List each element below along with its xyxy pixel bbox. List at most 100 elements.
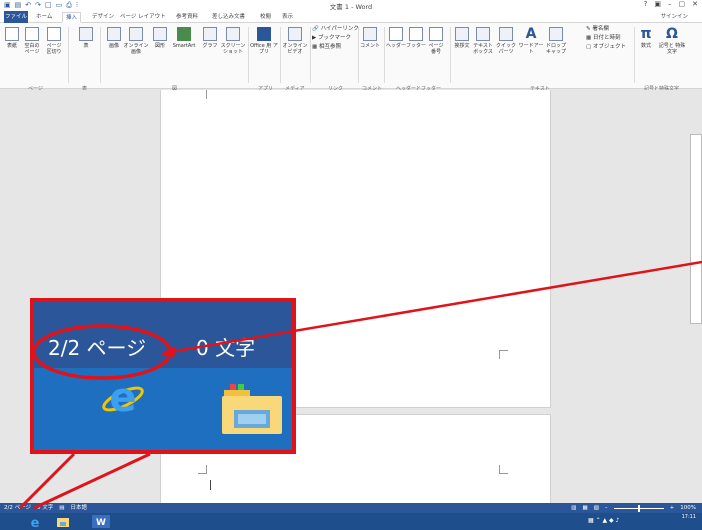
ribbon-separator: [280, 27, 281, 83]
chart-button[interactable]: グラフ: [200, 27, 220, 49]
ribbon-separator: [310, 27, 311, 83]
ie-taskbar-icon[interactable]: e: [28, 515, 42, 528]
print-layout-icon[interactable]: ▦: [583, 503, 588, 513]
signature-icon: ✎: [586, 26, 591, 32]
window-title: 文書 1 - Word: [329, 3, 373, 11]
ribbon-separator: [634, 27, 635, 83]
bookmark-icon: ▶: [312, 35, 317, 41]
office-apps-button[interactable]: Office 用 アプリ: [250, 27, 278, 55]
smartart-icon: [177, 27, 191, 41]
blank-page-icon: [25, 27, 39, 41]
online-video-icon: [288, 27, 302, 41]
wordart-button[interactable]: A ワードアート: [518, 27, 544, 55]
picture-icon: [107, 27, 121, 41]
ribbon-separator: [450, 27, 451, 83]
ribbon-separator: [358, 27, 359, 83]
title-bar: ▣ ▤ ↶ ↷ □ ▭ ⎙ ⁝ 文書 1 - Word ? ▣ – ▢ ✕: [0, 0, 702, 11]
blank-page-button[interactable]: 空白の ページ: [22, 27, 42, 55]
status-bar: 2/2 ページ 0 文字 ▤ 日本語 ▥ ▦ ▧ – + 100%: [0, 503, 702, 513]
zoom-out-button[interactable]: –: [605, 503, 608, 513]
restore-button[interactable]: ▢: [679, 0, 686, 8]
word-taskbar-icon[interactable]: W: [92, 515, 110, 528]
ribbon-tabs: ファイル ホーム 挿入 デザイン ページ レイアウト 参考資料 差し込み文書 校…: [0, 11, 702, 23]
symbol-button[interactable]: Ω 記号と 特殊文字: [658, 27, 686, 55]
object-icon: ▢: [586, 44, 592, 50]
header-button[interactable]: ヘッダー: [386, 27, 406, 49]
zoom-callout: 2/2 ページ 0 文字 e: [30, 298, 296, 454]
hyperlink-icon: 🔗: [312, 26, 319, 32]
screenshot-button[interactable]: スクリーン ショット: [220, 27, 246, 55]
omega-icon: Ω: [666, 26, 678, 42]
read-mode-icon[interactable]: ▥: [571, 503, 576, 513]
online-video-button[interactable]: オンライン ビデオ: [282, 27, 308, 55]
footer-button[interactable]: フッター: [406, 27, 426, 49]
tab-design[interactable]: デザイン: [92, 12, 114, 23]
wordart-icon: A: [525, 26, 537, 42]
signin-link[interactable]: サインイン: [660, 12, 688, 23]
page-number-button[interactable]: ページ 番号: [426, 27, 446, 55]
tray-icons[interactable]: ▦ ⌃ ▲ ◆ ♪: [588, 517, 619, 524]
dropcap-button[interactable]: ドロップ キャップ: [544, 27, 568, 55]
tab-view[interactable]: 表示: [282, 12, 293, 23]
comment-button[interactable]: コメント: [360, 27, 380, 49]
ribbon: 表紙 空白の ページ ページ 区切り 表 画像 オンライン 画像 図形 Smar…: [0, 23, 702, 92]
screenshot-icon: [226, 27, 240, 41]
crossref-button[interactable]: ▦ 相互参照: [312, 44, 341, 51]
page-break-icon: [47, 27, 61, 41]
zoom-level[interactable]: 100%: [680, 503, 696, 513]
help-button[interactable]: ?: [644, 0, 648, 8]
ribbon-display-button[interactable]: ▣: [654, 0, 661, 8]
cover-page-button[interactable]: 表紙: [3, 27, 21, 49]
chart-icon: [203, 27, 217, 41]
pi-icon: π: [640, 26, 652, 42]
tab-file[interactable]: ファイル: [4, 11, 28, 23]
greeting-button[interactable]: 挨拶文: [452, 27, 472, 49]
zoom-slider-knob[interactable]: [637, 504, 640, 512]
zoom-in-button[interactable]: +: [670, 503, 675, 513]
tab-insert[interactable]: 挿入: [62, 12, 82, 23]
side-panel-edge: [690, 134, 702, 324]
tab-references[interactable]: 参考資料: [176, 12, 198, 23]
picture-button[interactable]: 画像: [104, 27, 124, 49]
ribbon-separator: [100, 27, 101, 83]
crop-mark: [198, 465, 207, 474]
online-picture-button[interactable]: オンライン 画像: [122, 27, 150, 55]
web-layout-icon[interactable]: ▧: [594, 503, 599, 513]
crop-mark: [499, 465, 508, 474]
tab-page-layout[interactable]: ページ レイアウト: [120, 12, 166, 23]
clock[interactable]: 17:11: [682, 514, 696, 521]
status-word-count[interactable]: 0 文字: [37, 503, 53, 513]
text-cursor: [210, 480, 211, 490]
equation-button[interactable]: π 数式: [636, 27, 656, 49]
explorer-taskbar-icon[interactable]: [56, 515, 70, 528]
status-language[interactable]: 日本語: [70, 503, 87, 513]
callout-word-info: 0 文字: [196, 336, 256, 360]
bookmark-button[interactable]: ▶ ブックマーク: [312, 35, 351, 42]
smartart-button[interactable]: SmartArt: [170, 27, 198, 49]
shapes-icon: [153, 27, 167, 41]
datetime-button[interactable]: ▦ 日付と時刻: [586, 35, 620, 42]
quickparts-button[interactable]: クイック パーツ: [494, 27, 518, 55]
calendar-icon: ▦: [586, 35, 592, 41]
object-button[interactable]: ▢ オブジェクト: [586, 44, 626, 51]
hyperlink-button[interactable]: 🔗 ハイパーリンク: [312, 26, 359, 33]
callout-statusbar: 2/2 ページ 0 文字: [34, 328, 292, 368]
header-icon: [389, 27, 403, 41]
tab-review[interactable]: 校閲: [260, 12, 271, 23]
tab-home[interactable]: ホーム: [36, 12, 52, 23]
proofing-icon[interactable]: ▤: [59, 503, 64, 513]
callout-page-info: 2/2 ページ: [48, 336, 147, 360]
textbox-button[interactable]: テキスト ボックス: [472, 27, 494, 55]
zoom-slider[interactable]: [613, 504, 664, 512]
taskbar: e W ▦ ⌃ ▲ ◆ ♪ 17:11: [0, 513, 702, 530]
dropcap-icon: [549, 27, 563, 41]
close-button[interactable]: ✕: [692, 0, 698, 8]
minimize-button[interactable]: –: [668, 0, 672, 8]
tab-mailings[interactable]: 差し込み文書: [212, 12, 245, 23]
page-break-button[interactable]: ページ 区切り: [44, 27, 64, 55]
signature-line-button[interactable]: ✎ 署名欄: [586, 26, 609, 33]
table-button[interactable]: 表: [76, 27, 96, 49]
shapes-button[interactable]: 図形: [150, 27, 170, 49]
file-explorer-icon: [222, 384, 282, 434]
status-page-count[interactable]: 2/2 ページ: [4, 503, 31, 513]
